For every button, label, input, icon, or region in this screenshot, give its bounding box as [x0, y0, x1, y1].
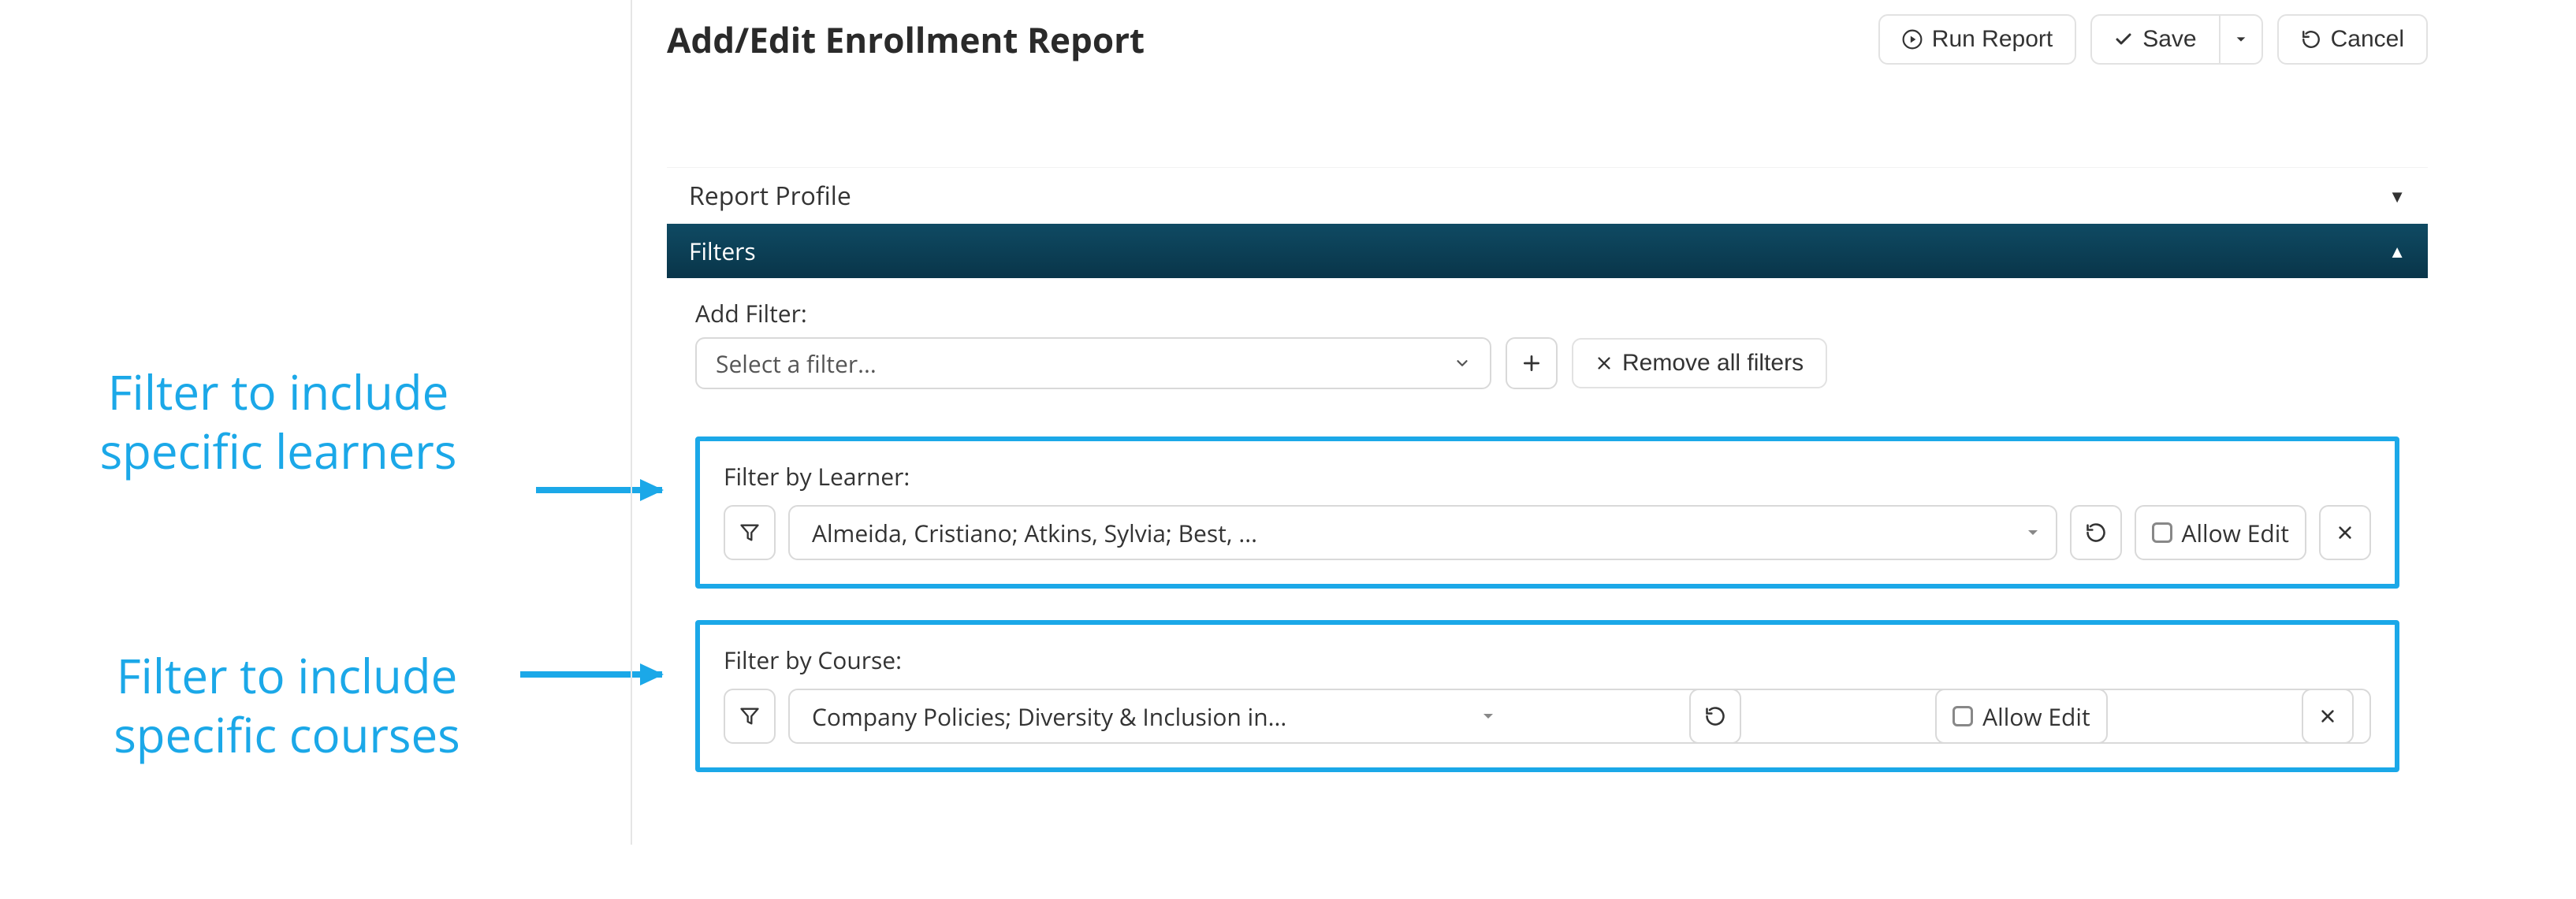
allow-edit-toggle[interactable]: Allow Edit — [1935, 689, 2108, 744]
filter-mode-button[interactable] — [724, 689, 776, 744]
save-button[interactable]: Save — [2090, 14, 2218, 65]
reset-filter-button[interactable] — [1689, 689, 1741, 744]
run-report-button[interactable]: Run Report — [1878, 14, 2076, 65]
caret-down-icon — [1481, 709, 1495, 723]
filter-icon — [739, 705, 761, 727]
filter-value-dropdown[interactable]: Almeida, Cristiano; Atkins, Sylvia; Best… — [788, 505, 2057, 560]
section-report-profile[interactable]: Report Profile ▼ — [667, 167, 2428, 224]
checkbox-icon — [2152, 522, 2172, 543]
save-split-button: Save — [2090, 14, 2262, 65]
caret-down-icon: ▼ — [2388, 184, 2406, 208]
play-icon — [1902, 29, 1923, 50]
page-title: Add/Edit Enrollment Report — [667, 16, 1145, 63]
section-filters[interactable]: Filters ▲ — [667, 224, 2428, 278]
add-filter-button[interactable] — [1506, 337, 1558, 389]
caret-up-icon: ▲ — [2388, 240, 2406, 263]
checkbox-icon — [1952, 706, 1973, 726]
report-editor-panel: Add/Edit Enrollment Report Run Report Sa… — [631, 0, 2483, 845]
add-filter-row: Select a filter... Remove all filters — [695, 337, 2399, 389]
filter-row: Company Policies; Diversity & Inclusion … — [724, 689, 2371, 744]
header-actions: Run Report Save — [1878, 14, 2428, 65]
caret-down-icon — [2235, 33, 2247, 46]
filter-mode-button[interactable] — [724, 505, 776, 560]
filter-card-title: Filter by Learner: — [724, 460, 2371, 492]
filter-card-title: Filter by Course: — [724, 644, 2371, 676]
save-dropdown-button[interactable] — [2219, 14, 2263, 65]
filters-body: Add Filter: Select a filter... Remove al… — [667, 278, 2428, 813]
chevron-down-icon — [1454, 355, 1471, 372]
cancel-button[interactable]: Cancel — [2277, 14, 2428, 65]
undo-icon — [1704, 705, 1726, 727]
undo-icon — [2085, 522, 2107, 544]
remove-all-filters-button[interactable]: Remove all filters — [1572, 338, 1827, 388]
plus-icon — [1521, 353, 1542, 373]
close-icon — [2336, 524, 2354, 541]
add-filter-label: Add Filter: — [695, 297, 2399, 329]
filter-value-dropdown[interactable]: Company Policies; Diversity & Inclusion … — [788, 689, 2371, 744]
undo-icon — [2301, 29, 2321, 50]
allow-edit-toggle[interactable]: Allow Edit — [2135, 505, 2307, 560]
annotation-courses: Filter to include specific courses — [35, 646, 539, 764]
select-filter-dropdown[interactable]: Select a filter... — [695, 337, 1491, 389]
page-header: Add/Edit Enrollment Report Run Report Sa… — [667, 14, 2428, 65]
annotation-learners: Filter to include specific learners — [14, 362, 542, 481]
filter-card-learner: Filter by Learner: Almeida, Cristiano; A… — [695, 436, 2399, 589]
caret-down-icon — [2026, 526, 2040, 540]
remove-filter-button[interactable] — [2319, 505, 2371, 560]
reset-filter-button[interactable] — [2070, 505, 2122, 560]
check-icon — [2114, 30, 2133, 49]
filter-icon — [739, 522, 761, 544]
close-icon — [1595, 355, 1613, 372]
filter-row: Almeida, Cristiano; Atkins, Sylvia; Best… — [724, 505, 2371, 560]
filter-card-course: Filter by Course: Company Policies; Dive… — [695, 620, 2399, 772]
close-icon — [2319, 708, 2336, 725]
remove-filter-button[interactable] — [2302, 689, 2354, 744]
